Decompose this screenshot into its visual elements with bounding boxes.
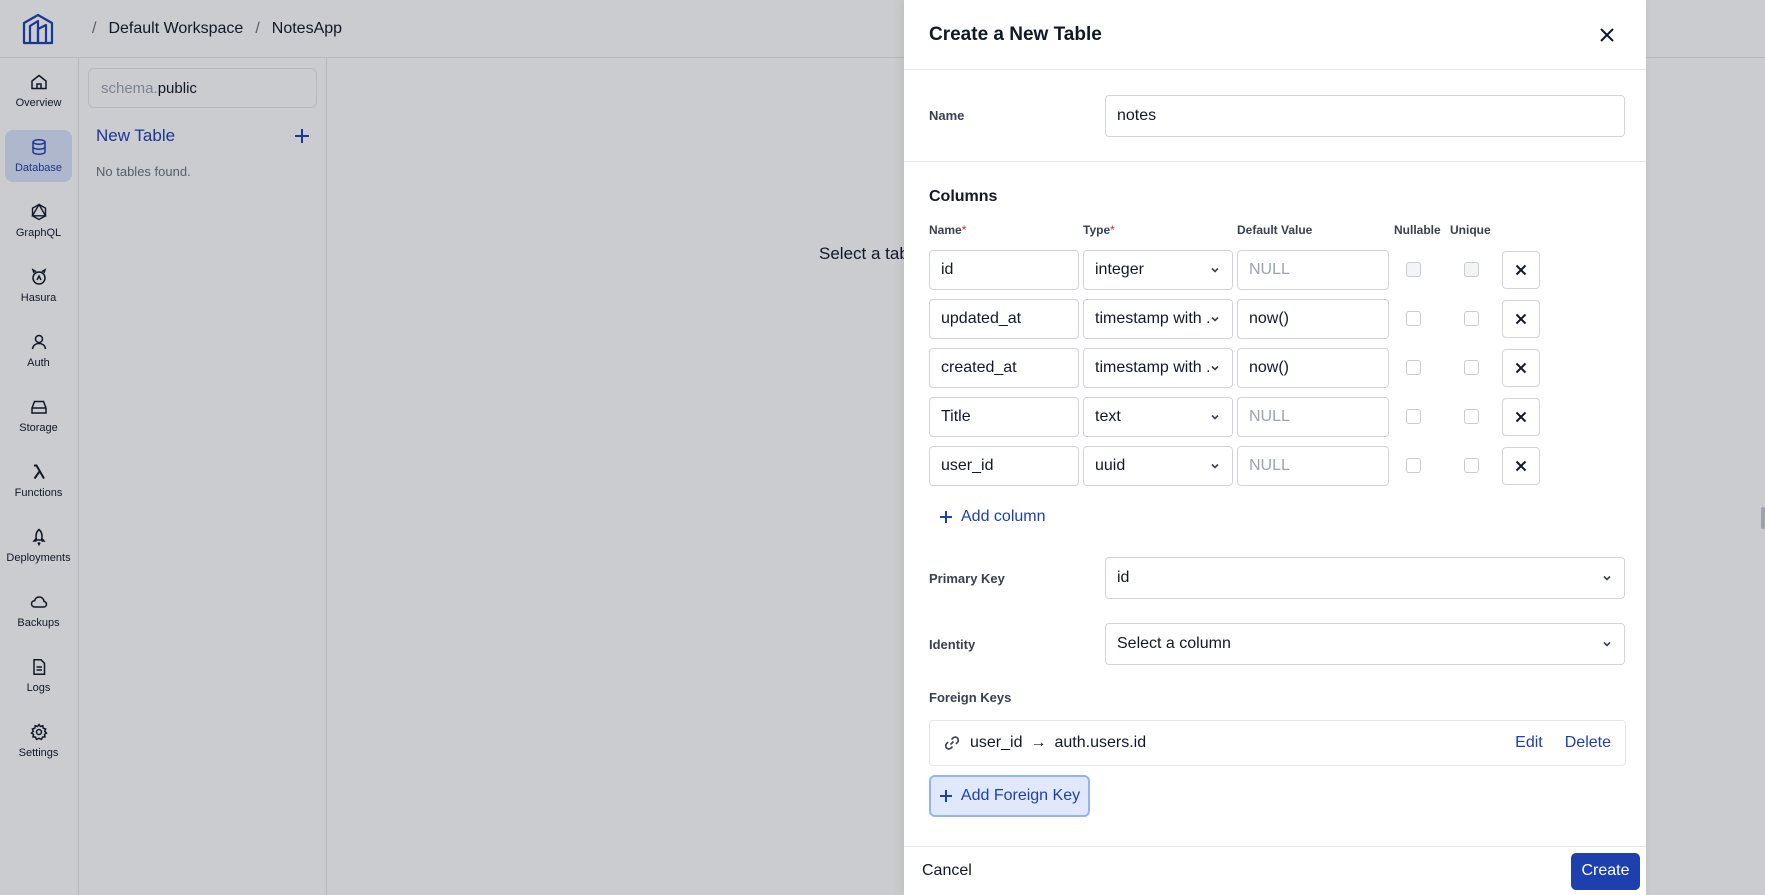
create-table-drawer: Create a New Table Name notes Columns Na… xyxy=(904,0,1646,895)
unique-checkbox[interactable] xyxy=(1464,360,1479,375)
column-name-input[interactable]: id xyxy=(929,250,1079,290)
column-type-select[interactable]: integer xyxy=(1083,250,1233,290)
remove-column-button[interactable] xyxy=(1502,398,1540,436)
add-column-label: Add column xyxy=(961,508,1046,525)
close-icon xyxy=(1515,362,1527,374)
drawer-header: Create a New Table xyxy=(904,0,1646,70)
identity-label: Identity xyxy=(929,637,976,652)
delete-foreign-key-button[interactable]: Delete xyxy=(1565,734,1611,752)
column-name-input[interactable]: updated_at xyxy=(929,299,1079,339)
unique-checkbox[interactable] xyxy=(1464,262,1479,277)
column-type-select[interactable]: timestamp with ... xyxy=(1083,299,1233,339)
column-type-select[interactable]: uuid xyxy=(1083,446,1233,486)
table-name-input[interactable]: notes xyxy=(1105,95,1625,137)
plus-icon xyxy=(939,790,952,802)
remove-column-button[interactable] xyxy=(1502,300,1540,338)
column-name-input[interactable]: Title xyxy=(929,397,1079,437)
arrow-right-icon: → xyxy=(1030,734,1047,751)
remove-column-button[interactable] xyxy=(1502,349,1540,387)
header-unique: Unique xyxy=(1450,223,1491,237)
column-type-select[interactable]: text xyxy=(1083,397,1233,437)
chevron-down-icon xyxy=(1211,414,1219,420)
table-name-row: Name notes xyxy=(904,70,1646,162)
unique-checkbox[interactable] xyxy=(1464,311,1479,326)
chevron-down-icon xyxy=(1211,463,1219,469)
name-label: Name xyxy=(929,108,965,123)
fk-source-column: user_id xyxy=(970,734,1023,751)
column-name-input[interactable]: user_id xyxy=(929,446,1079,486)
unique-checkbox[interactable] xyxy=(1464,458,1479,473)
add-foreign-key-button[interactable]: Add Foreign Key xyxy=(929,775,1090,817)
cancel-button[interactable]: Cancel xyxy=(922,862,972,880)
column-default-input[interactable]: NULL xyxy=(1237,446,1389,486)
primary-key-select[interactable]: id xyxy=(1105,557,1625,599)
chevron-down-icon xyxy=(1211,267,1219,273)
header-nullable: Nullable xyxy=(1394,223,1441,237)
chevron-down-icon xyxy=(1603,641,1611,647)
column-type-select[interactable]: timestamp with ... xyxy=(1083,348,1233,388)
close-icon xyxy=(1515,264,1527,276)
nullable-checkbox[interactable] xyxy=(1406,409,1421,424)
header-name: Name* xyxy=(929,223,967,237)
nullable-checkbox[interactable] xyxy=(1406,360,1421,375)
chevron-down-icon xyxy=(1603,575,1611,581)
column-default-input[interactable]: now() xyxy=(1237,348,1389,388)
close-button[interactable] xyxy=(1592,20,1622,50)
drawer-title: Create a New Table xyxy=(929,23,1102,45)
header-type: Type* xyxy=(1083,223,1115,237)
chevron-down-icon xyxy=(1211,365,1219,371)
plus-icon xyxy=(940,511,952,523)
identity-select[interactable]: Select a column xyxy=(1105,623,1625,665)
create-button[interactable]: Create xyxy=(1571,852,1640,890)
close-icon xyxy=(1515,411,1527,423)
drawer-footer: Cancel Create xyxy=(904,846,1646,895)
fk-target-column: auth.users.id xyxy=(1054,734,1147,751)
close-icon xyxy=(1600,27,1614,42)
chevron-down-icon xyxy=(1211,316,1219,322)
remove-column-button[interactable] xyxy=(1502,251,1540,289)
header-default-value: Default Value xyxy=(1237,223,1313,237)
scrollbar-handle[interactable] xyxy=(1761,507,1765,529)
column-default-input[interactable]: now() xyxy=(1237,299,1389,339)
close-icon xyxy=(1515,460,1527,472)
nullable-checkbox[interactable] xyxy=(1406,311,1421,326)
column-default-input[interactable]: NULL xyxy=(1237,397,1389,437)
close-icon xyxy=(1515,313,1527,325)
columns-title: Columns xyxy=(929,188,998,205)
column-default-input[interactable]: NULL xyxy=(1237,250,1389,290)
primary-key-label: Primary Key xyxy=(929,571,1005,586)
nullable-checkbox[interactable] xyxy=(1406,458,1421,473)
add-foreign-key-label: Add Foreign Key xyxy=(960,787,1081,804)
foreign-keys-label: Foreign Keys xyxy=(929,690,1012,705)
edit-foreign-key-button[interactable]: Edit xyxy=(1515,734,1543,752)
add-column-button[interactable]: Add column xyxy=(929,504,1046,530)
foreign-key-item: user_id → auth.users.id Edit Delete xyxy=(929,720,1626,766)
unique-checkbox[interactable] xyxy=(1464,409,1479,424)
link-icon xyxy=(944,736,960,750)
nullable-checkbox[interactable] xyxy=(1406,262,1421,277)
column-name-input[interactable]: created_at xyxy=(929,348,1079,388)
remove-column-button[interactable] xyxy=(1502,447,1540,485)
